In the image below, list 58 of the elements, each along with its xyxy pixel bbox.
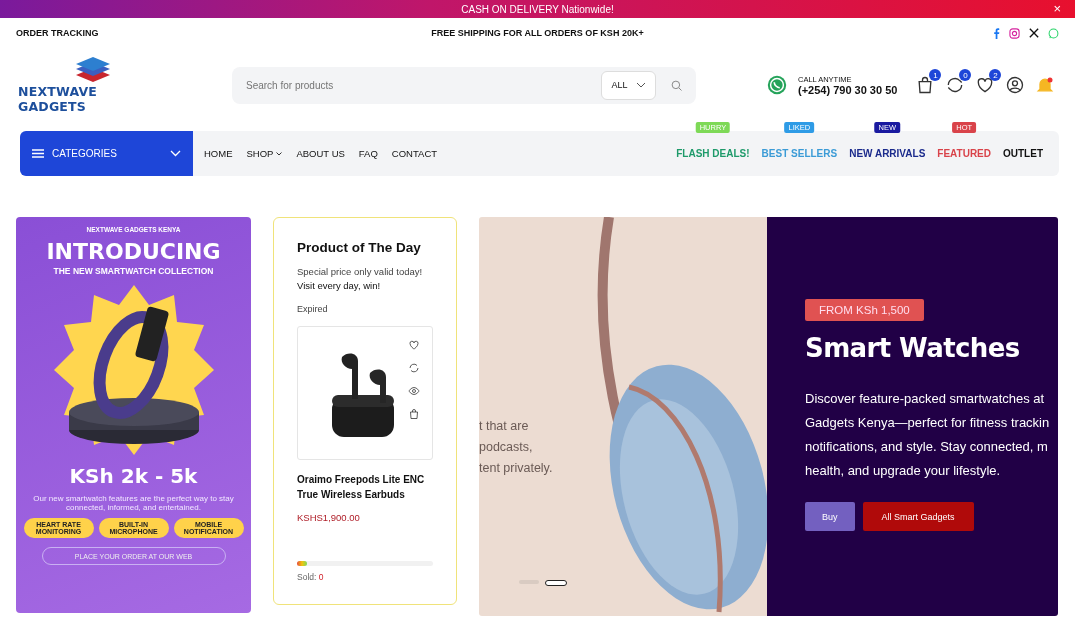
nav-link[interactable]: FEATURED [937,148,991,159]
hero-description: Gadgets Kenya—perfect for fitness trackin [805,415,1051,430]
close-button[interactable]: × [1053,2,1061,16]
chevron-down-icon [170,150,181,157]
slide-text: t that are [479,419,530,433]
whatsapp-icon[interactable] [766,74,788,96]
banner-price: KSh 2k - 5k [69,464,198,488]
bag-icon[interactable] [408,408,420,420]
hero-button[interactable]: Buy [805,502,855,531]
hero-button[interactable]: All Smart Gadgets [862,502,974,531]
banner-subheadline: THE NEW SMARTWATCH COLLECTION [53,266,214,276]
count-badge: 2 [989,69,1002,81]
category-dropdown[interactable]: ALL [601,70,656,100]
shipping-notice: FREE SHIPPING FOR ALL ORDERS OF KSH 20K+ [431,28,644,38]
bell-icon[interactable] [1035,75,1056,95]
product-card[interactable] [297,326,433,461]
phone-number[interactable]: (+254) 790 30 30 50 [798,83,898,96]
categories-button[interactable]: CATEGORIES [20,131,193,176]
banner-description: Our new smartwatch features are the perfect way to stay connected, informed, and entertained. [32,494,235,512]
nav-link[interactable]: FAQ [358,148,378,159]
hero-title: Smart Watches [805,333,1021,363]
deal-title: Product of The Day [297,240,422,255]
banner-headline: INTRODUCING [46,239,221,264]
logo-text[interactable]: NEXTWAVE GADGETS [18,84,168,114]
facebook-icon[interactable] [993,27,1000,39]
slide-text: podcasts, [479,440,534,454]
product-name[interactable]: Oraimo Freepods Lite ENC True Wireless Earbuds [297,472,433,503]
chevron-down-icon [635,82,646,88]
instagram-icon[interactable] [1009,27,1020,39]
menu-icon [32,149,44,158]
user-icon[interactable] [1005,75,1026,95]
nav-link[interactable]: HOME [204,148,233,159]
refresh-icon[interactable] [408,362,420,374]
hero-description: notifications, and style. Stay connected, m [805,439,1049,454]
hero-description: Discover feature-packed smartwatches at [805,391,1046,406]
layers-logo-icon [74,56,112,84]
hero-description: health, and upgrade your lifestyle. [805,463,1002,478]
order-tracking-link[interactable]: ORDER TRACKING [16,28,99,38]
nav-link[interactable]: SHOP [246,148,283,159]
promo-banner[interactable] [16,217,251,613]
eye-icon[interactable] [408,385,420,397]
count-badge: 1 [929,69,942,81]
product-price: KSHS1,900.00 [297,512,361,524]
slide-text: tent privately. [479,461,553,475]
chevron-down-icon [276,151,283,156]
search-field[interactable]: Search for products ALL [232,66,696,104]
x-logo-icon[interactable] [1029,27,1039,38]
nav-link[interactable]: ABOUT US [296,148,345,159]
nav-link[interactable]: CONTACT [391,148,438,159]
announcement-text: CASH ON DELIVERY Nationwide! [461,3,614,15]
count-badge: 0 [959,69,972,81]
deal-note: Visit every day, win! [297,280,382,291]
nav-link[interactable]: OUTLET [1003,148,1043,159]
price-tag: FROM KSh 1,500 [805,299,924,321]
deal-note: Special price only valid today! [297,266,424,277]
deal-status: Expired [297,304,329,314]
sold-count: Sold: 0 [297,572,325,582]
nav-link[interactable]: NEW ARRIVALS [849,148,926,159]
